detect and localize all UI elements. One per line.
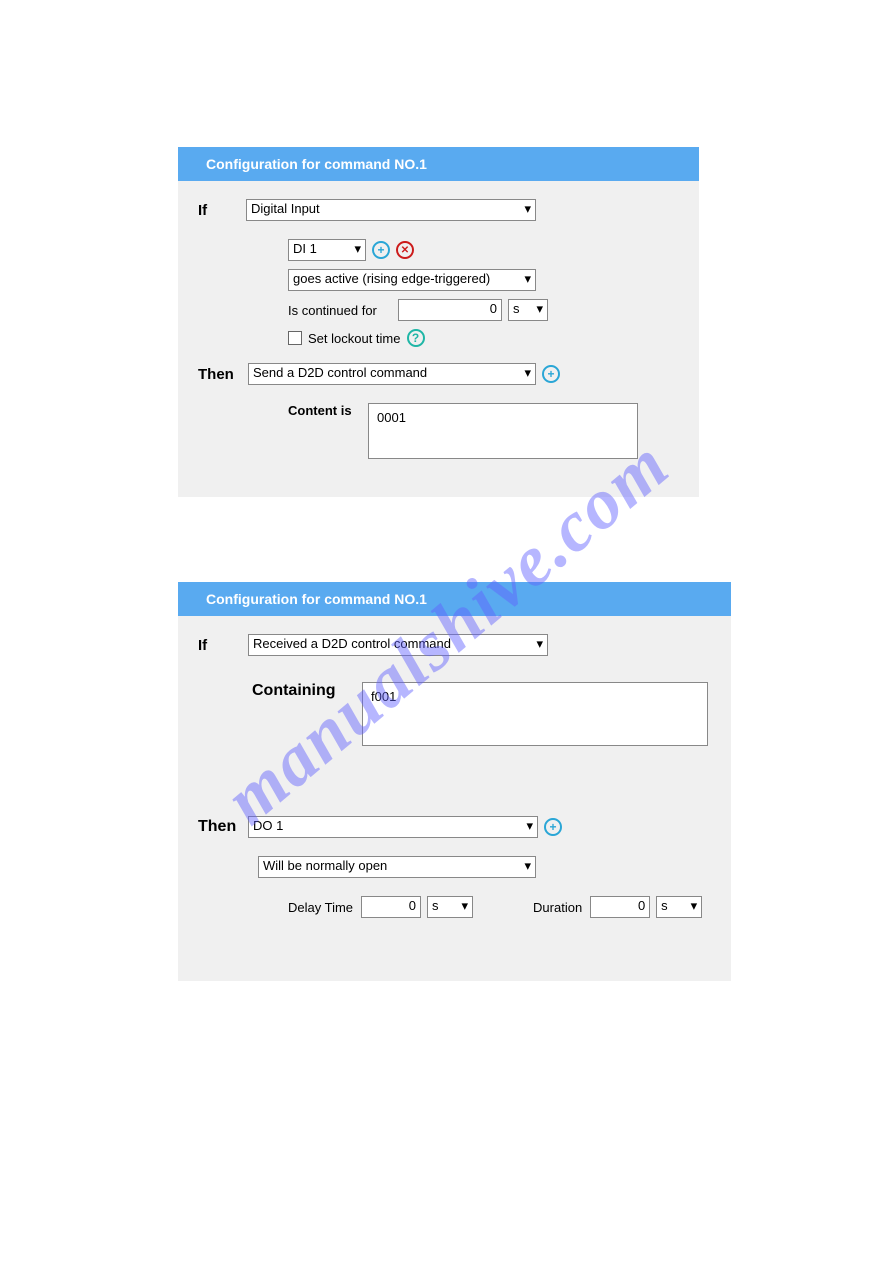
containing-textarea[interactable]: f001 [362, 682, 708, 746]
config-panel-1: Configuration for command NO.1 If Digita… [178, 147, 699, 497]
panel-header: Configuration for command NO.1 [178, 582, 731, 616]
if-condition-select[interactable]: Received a D2D control command▾ [248, 634, 548, 656]
content-textarea[interactable]: 0001 [368, 403, 638, 459]
continued-label: Is continued for [288, 303, 398, 318]
if-condition-select[interactable]: Digital Input ▾ [246, 199, 536, 221]
help-icon[interactable]: ? [407, 329, 425, 347]
add-icon[interactable]: + [372, 241, 390, 259]
trigger-mode-select[interactable]: goes active (rising edge-triggered)▾ [288, 269, 536, 291]
if-label: If [198, 202, 232, 219]
config-panel-2: Configuration for command NO.1 If Receiv… [178, 582, 731, 981]
containing-label: Containing [252, 682, 362, 700]
then-label: Then [198, 366, 248, 383]
remove-icon[interactable]: ✕ [396, 241, 414, 259]
di-channel-select[interactable]: DI 1▾ [288, 239, 366, 261]
add-action-icon[interactable]: + [542, 365, 560, 383]
then-label: Then [198, 818, 248, 836]
duration-value-input[interactable]: 0 [590, 896, 650, 918]
lockout-checkbox[interactable] [288, 331, 302, 345]
delay-label: Delay Time [288, 900, 353, 915]
lockout-label: Set lockout time [308, 331, 401, 346]
continued-unit-select[interactable]: s▾ [508, 299, 548, 321]
state-select[interactable]: Will be normally open▾ [258, 856, 536, 878]
duration-unit-select[interactable]: s▾ [656, 896, 702, 918]
continued-value-input[interactable]: 0 [398, 299, 502, 321]
then-output-select[interactable]: DO 1▾ [248, 816, 538, 838]
delay-value-input[interactable]: 0 [361, 896, 421, 918]
then-action-select[interactable]: Send a D2D control command▾ [248, 363, 536, 385]
add-output-icon[interactable]: + [544, 818, 562, 836]
delay-unit-select[interactable]: s▾ [427, 896, 473, 918]
content-label: Content is [288, 403, 368, 418]
duration-label: Duration [533, 900, 582, 915]
panel-header: Configuration for command NO.1 [178, 147, 699, 181]
if-label: If [198, 637, 232, 654]
